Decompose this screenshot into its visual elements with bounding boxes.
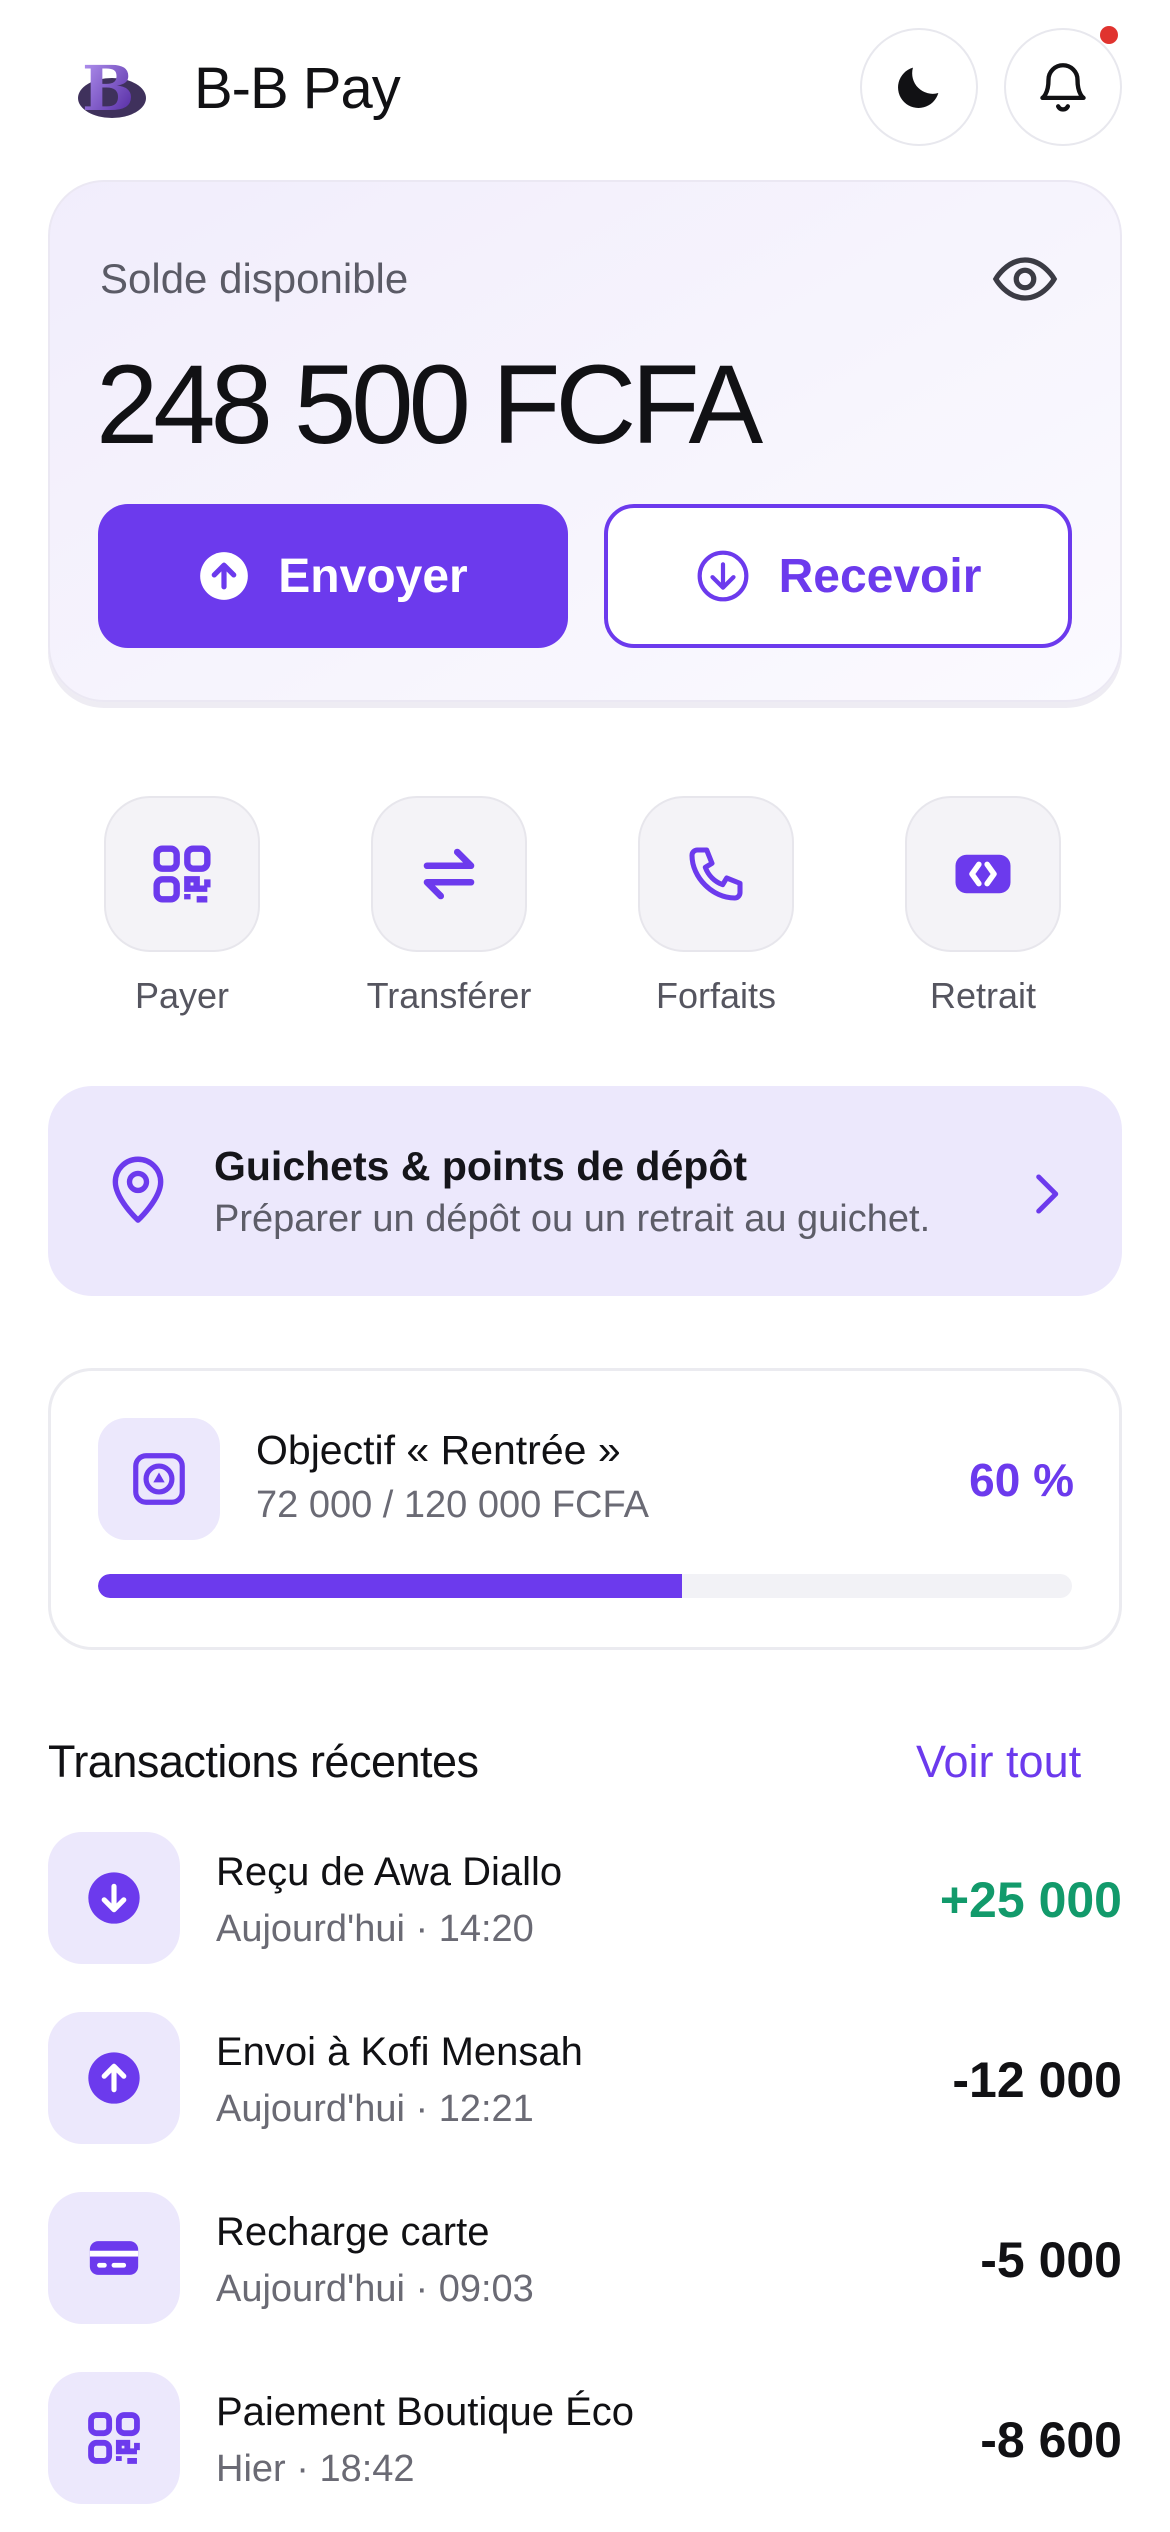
transaction-meta: Aujourd'hui · 14:20 bbox=[216, 1908, 534, 1950]
see-all-link[interactable]: Voir tout bbox=[916, 1732, 1081, 1792]
agents-title: Guichets & points de dépôt bbox=[214, 1143, 748, 1189]
arrow-up-circle-icon bbox=[200, 552, 249, 600]
notification-badge bbox=[1100, 26, 1118, 44]
transaction-icon-tile bbox=[48, 1832, 180, 1964]
transaction-icon-tile bbox=[48, 2012, 180, 2144]
transaction-amount: +25 000 bbox=[939, 1872, 1122, 1928]
arrow-up-icon bbox=[88, 2052, 140, 2104]
transaction-icon-tile bbox=[48, 2192, 180, 2324]
logo-letter: B bbox=[82, 52, 134, 125]
receive-label: Recevoir bbox=[778, 549, 982, 603]
app-logo: B bbox=[72, 48, 150, 126]
quick-action-plans-label: Forfaits bbox=[655, 975, 777, 1016]
send-button[interactable]: Envoyer bbox=[98, 504, 568, 648]
qr-code-icon bbox=[153, 845, 211, 903]
arrow-down-icon bbox=[88, 1872, 140, 1924]
transaction-title: Reçu de Awa Diallo bbox=[216, 1850, 563, 1894]
transaction-title: Paiement Boutique Éco bbox=[216, 2390, 635, 2434]
transaction-title: Recharge carte bbox=[216, 2210, 490, 2254]
transaction-meta: Aujourd'hui · 09:03 bbox=[216, 2268, 534, 2310]
quick-action-pay-label: Payer bbox=[134, 975, 230, 1016]
phone-icon bbox=[689, 847, 743, 901]
goal-progress-text: 72 000 / 120 000 FCFA bbox=[256, 1484, 649, 1526]
agents-subtitle: Préparer un dépôt ou un retrait au guich… bbox=[214, 1198, 931, 1240]
goal-progress-fill bbox=[98, 1574, 683, 1598]
receive-button[interactable]: Recevoir bbox=[604, 504, 1072, 648]
quick-action-plans[interactable] bbox=[638, 796, 794, 952]
transaction-meta: Aujourd'hui · 12:21 bbox=[216, 2088, 534, 2130]
balance-amount: 248 500 FCFA bbox=[96, 342, 763, 467]
quick-action-withdraw[interactable] bbox=[905, 796, 1061, 952]
withdraw-icon bbox=[955, 854, 1011, 894]
transaction-amount: -12 000 bbox=[952, 2052, 1122, 2108]
quick-action-transfer[interactable] bbox=[371, 796, 527, 952]
transfer-arrows-icon bbox=[423, 848, 475, 900]
chevron-right-icon bbox=[1030, 1172, 1062, 1221]
transaction-icon-tile bbox=[48, 2372, 180, 2504]
send-label: Envoyer bbox=[278, 549, 468, 603]
transactions-heading: Transactions récentes bbox=[48, 1736, 479, 1787]
eye-icon[interactable] bbox=[990, 244, 1060, 314]
transaction-meta: Hier · 18:42 bbox=[216, 2448, 415, 2490]
goal-percent: 60 % bbox=[969, 1454, 1074, 1506]
quick-action-transfer-label: Transférer bbox=[366, 975, 532, 1016]
card-icon bbox=[89, 2241, 139, 2275]
goal-icon-tile bbox=[98, 1418, 220, 1540]
goal-title: Objectif « Rentrée » bbox=[256, 1427, 621, 1473]
goal-progress-bar bbox=[98, 1574, 1072, 1598]
balance-label: Solde disponible bbox=[100, 255, 409, 302]
quick-action-withdraw-label: Retrait bbox=[929, 975, 1037, 1016]
app-title: B-B Pay bbox=[194, 56, 401, 121]
piggy-target-icon bbox=[133, 1453, 185, 1505]
moon-icon bbox=[898, 67, 939, 108]
transaction-amount: -8 600 bbox=[980, 2412, 1122, 2468]
quick-action-pay[interactable] bbox=[104, 796, 260, 952]
notifications-button[interactable] bbox=[1004, 28, 1122, 146]
bell-icon bbox=[1040, 63, 1086, 112]
arrow-down-circle-icon bbox=[697, 550, 749, 602]
theme-toggle-button[interactable] bbox=[860, 28, 978, 146]
transaction-title: Envoi à Kofi Mensah bbox=[216, 2030, 583, 2074]
map-pin-icon bbox=[104, 1150, 172, 1233]
qr-code-icon bbox=[88, 2412, 140, 2464]
transaction-amount: -5 000 bbox=[980, 2232, 1122, 2288]
